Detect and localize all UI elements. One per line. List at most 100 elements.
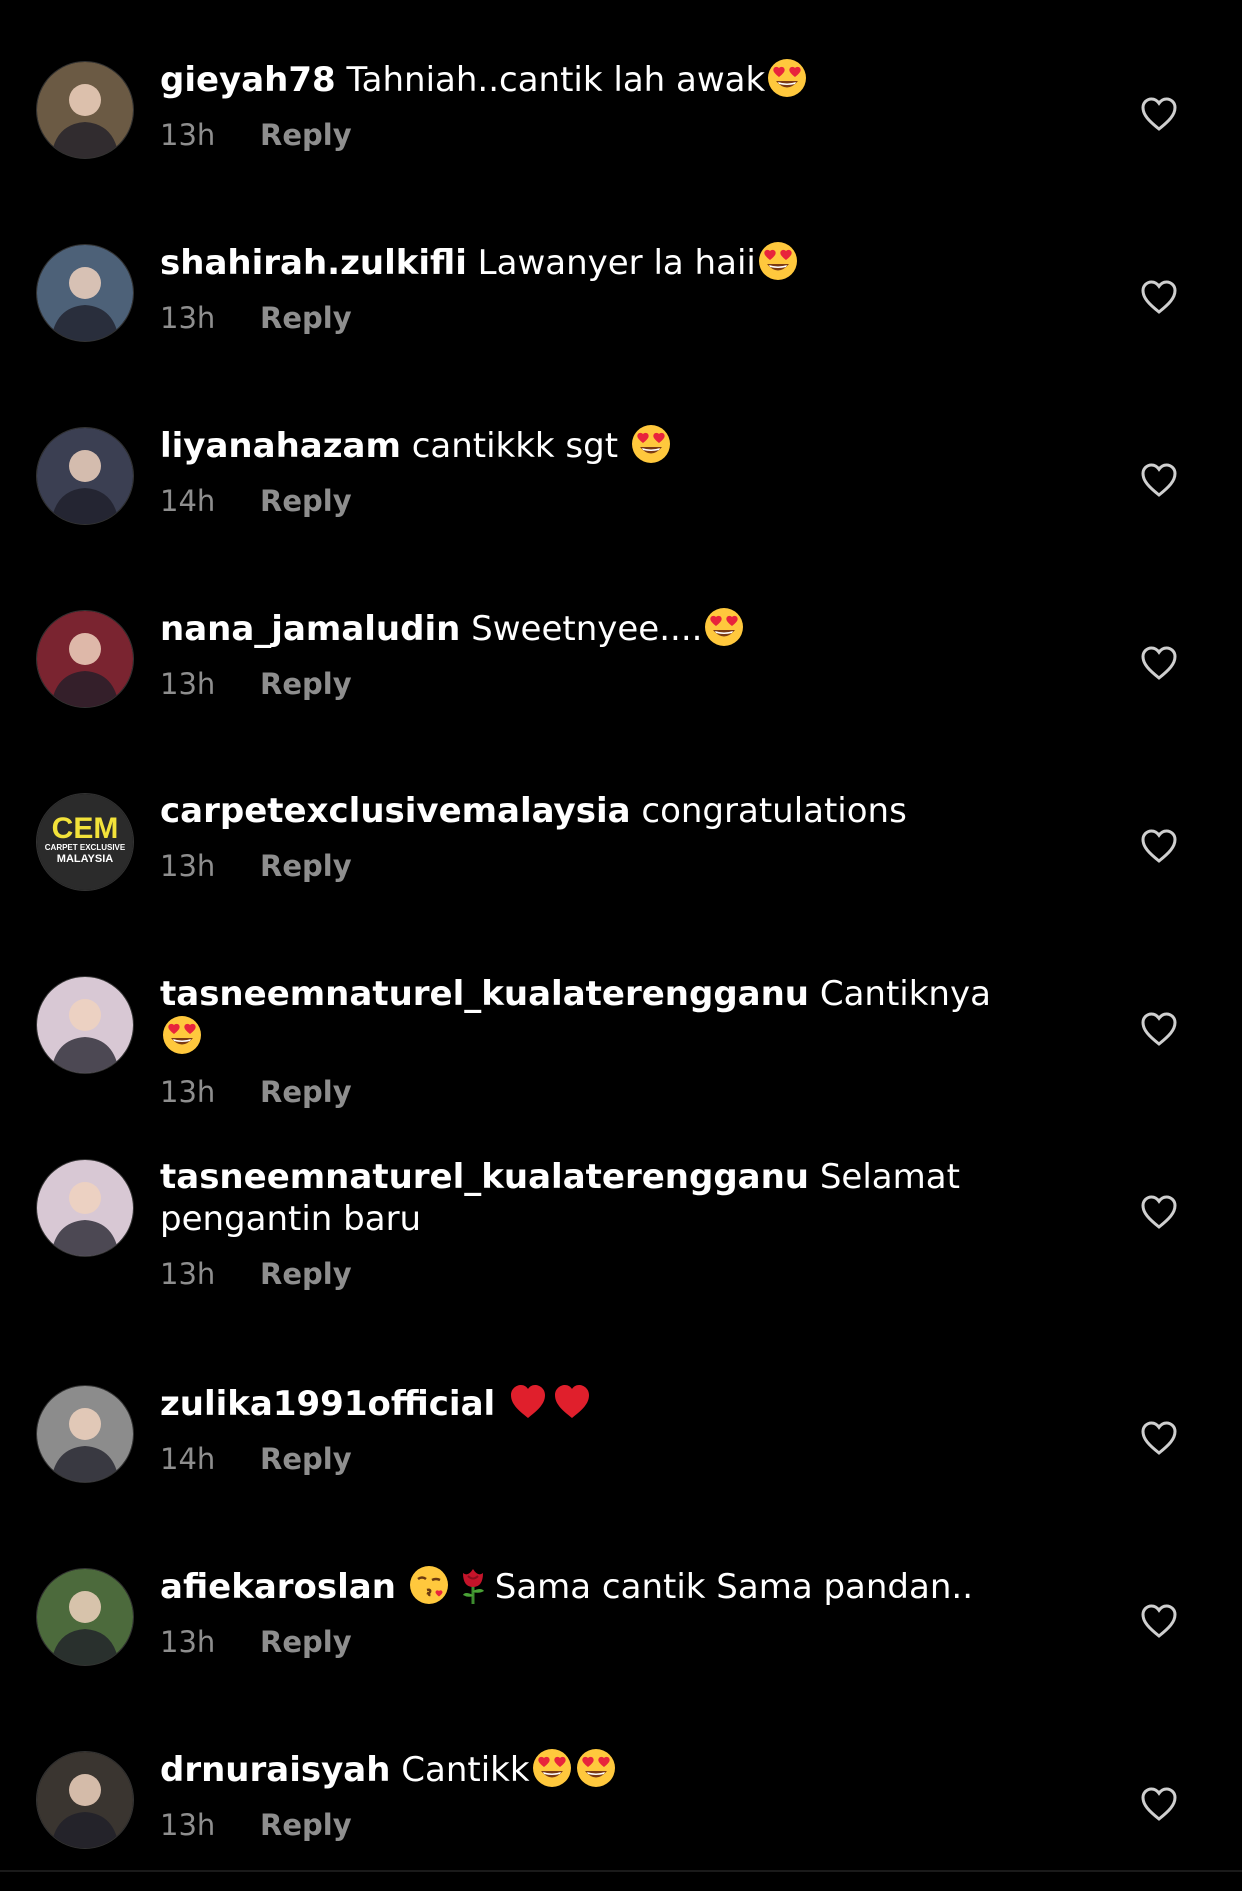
comment-text: carpetexclusivemalaysia congratulations <box>160 790 1020 832</box>
comment-meta: 13h Reply <box>160 664 1020 704</box>
reply-button[interactable]: Reply <box>260 846 352 886</box>
avatar[interactable] <box>36 244 134 342</box>
timestamp: 14h <box>160 484 216 518</box>
comment-text: afiekaroslan Sama cantik Sama pandan.. <box>160 1565 1020 1608</box>
comment-message: Cantiknya <box>819 974 991 1014</box>
divider <box>0 1870 1242 1872</box>
heart-eyes-emoji <box>767 58 807 98</box>
username-link[interactable]: nana_jamaludin <box>160 609 460 649</box>
avatar[interactable] <box>36 1751 134 1849</box>
comment-body: carpetexclusivemalaysia congratulations 1… <box>160 790 1020 886</box>
avatar[interactable] <box>36 610 134 708</box>
heart-outline-icon[interactable] <box>1140 645 1178 681</box>
comment-text: tasneemnaturel_kualaterengganu Cantiknya <box>160 973 1020 1058</box>
comment-text: nana_jamaludin Sweetnyee.... <box>160 607 1020 650</box>
avatar[interactable] <box>36 1385 134 1483</box>
comment-message: Lawanyer la haii <box>477 243 756 283</box>
heart-outline-icon[interactable] <box>1140 462 1178 498</box>
heart-outline-icon[interactable] <box>1140 279 1178 315</box>
comment-message: Tahniah..cantik lah awak <box>346 60 766 100</box>
username-link[interactable]: gieyah78 <box>160 60 336 100</box>
heart-eyes-emoji <box>704 607 744 647</box>
avatar[interactable] <box>36 1159 134 1257</box>
svg-text:MALAYSIA: MALAYSIA <box>57 853 113 865</box>
username-link[interactable]: carpetexclusivemalaysia <box>160 791 631 831</box>
comment-body: shahirah.zulkifli Lawanyer la haii 13h Rep… <box>160 241 1020 338</box>
reply-button[interactable]: Reply <box>260 1439 352 1479</box>
comment-meta: 13h Reply <box>160 115 1020 155</box>
comment-meta: 13h Reply <box>160 1622 1020 1662</box>
comment-message: Cantikk <box>401 1750 530 1790</box>
comment-message-tail: Sama cantik Sama pandan.. <box>494 1567 974 1607</box>
heart-eyes-emoji <box>162 1015 202 1055</box>
reply-button[interactable]: Reply <box>260 1622 352 1662</box>
heart-outline-icon[interactable] <box>1140 1786 1178 1822</box>
kiss-face-emoji <box>409 1565 449 1605</box>
reply-button[interactable]: Reply <box>260 1254 352 1294</box>
comment-text: drnuraisyah Cantikk <box>160 1748 1020 1791</box>
comment-meta: 13h Reply <box>160 1805 1020 1845</box>
comment-meta: 14h Reply <box>160 481 1020 521</box>
timestamp: 13h <box>160 1625 216 1659</box>
avatar[interactable]: CEM CARPET EXCLUSIVE MALAYSIA <box>36 793 134 891</box>
timestamp: 13h <box>160 849 216 883</box>
username-link[interactable]: tasneemnaturel_kualaterengganu <box>160 1157 809 1197</box>
reply-button[interactable]: Reply <box>260 664 352 704</box>
rose-emoji <box>453 1565 493 1605</box>
comment-message: Sweetnyee.... <box>471 609 703 649</box>
username-link[interactable]: liyanahazam <box>160 426 401 466</box>
comment-body: nana_jamaludin Sweetnyee.... 13h Reply <box>160 607 1020 704</box>
comment-text: shahirah.zulkifli Lawanyer la haii <box>160 241 1020 284</box>
comment-message: cantikkk sgt <box>411 426 629 466</box>
reply-button[interactable]: Reply <box>260 298 352 338</box>
heart-eyes-emoji <box>758 241 798 281</box>
svg-text:CARPET EXCLUSIVE: CARPET EXCLUSIVE <box>45 843 126 852</box>
heart-outline-icon[interactable] <box>1140 1420 1178 1456</box>
username-link[interactable]: tasneemnaturel_kualaterengganu <box>160 974 809 1014</box>
red-heart-emoji <box>552 1382 592 1422</box>
comment-text: liyanahazam cantikkk sgt <box>160 424 1020 467</box>
heart-eyes-emoji <box>532 1748 572 1788</box>
avatar[interactable] <box>36 1568 134 1666</box>
heart-outline-icon[interactable] <box>1140 96 1178 132</box>
reply-button[interactable]: Reply <box>260 1072 352 1112</box>
reply-button[interactable]: Reply <box>260 1805 352 1845</box>
comment-body: afiekaroslan Sama cantik Sama pandan.. 13… <box>160 1565 1020 1662</box>
comment-body: tasneemnaturel_kualaterengganu Selamat p… <box>160 1156 1020 1294</box>
avatar[interactable] <box>36 61 134 159</box>
comment-message: congratulations <box>641 791 907 831</box>
timestamp: 13h <box>160 1257 216 1291</box>
timestamp: 13h <box>160 301 216 335</box>
comment-body: liyanahazam cantikkk sgt 14h Reply <box>160 424 1020 521</box>
timestamp: 13h <box>160 1808 216 1842</box>
heart-eyes-emoji <box>631 424 671 464</box>
reply-button[interactable]: Reply <box>260 115 352 155</box>
username-link[interactable]: shahirah.zulkifli <box>160 243 467 283</box>
username-link[interactable]: zulika1991official <box>160 1384 495 1424</box>
comment-text: zulika1991official <box>160 1382 1020 1425</box>
comment-body: drnuraisyah Cantikk 13h Reply <box>160 1748 1020 1845</box>
avatar[interactable] <box>36 976 134 1074</box>
logo-text: CEM <box>52 812 119 845</box>
timestamp: 13h <box>160 667 216 701</box>
comment-meta: 14h Reply <box>160 1439 1020 1479</box>
comment-body: gieyah78 Tahniah..cantik lah awak 13h Repl… <box>160 58 1020 155</box>
comment-text: tasneemnaturel_kualaterengganu Selamat p… <box>160 1156 1020 1240</box>
heart-outline-icon[interactable] <box>1140 1194 1178 1230</box>
username-link[interactable]: drnuraisyah <box>160 1750 390 1790</box>
heart-outline-icon[interactable] <box>1140 1011 1178 1047</box>
red-heart-emoji <box>508 1382 548 1422</box>
heart-outline-icon[interactable] <box>1140 1603 1178 1639</box>
comment-meta: 13h Reply <box>160 298 1020 338</box>
avatar[interactable] <box>36 427 134 525</box>
username-link[interactable]: afiekaroslan <box>160 1567 396 1607</box>
comment-body: zulika1991official 14h Reply <box>160 1382 1020 1479</box>
comment-meta: 13h Reply <box>160 846 1020 886</box>
heart-eyes-emoji <box>576 1748 616 1788</box>
comment-text: gieyah78 Tahniah..cantik lah awak <box>160 58 1020 101</box>
comment-meta: 13h Reply <box>160 1072 1020 1112</box>
timestamp: 13h <box>160 1075 216 1109</box>
heart-outline-icon[interactable] <box>1140 828 1178 864</box>
comment-meta: 13h Reply <box>160 1254 1020 1294</box>
reply-button[interactable]: Reply <box>260 481 352 521</box>
